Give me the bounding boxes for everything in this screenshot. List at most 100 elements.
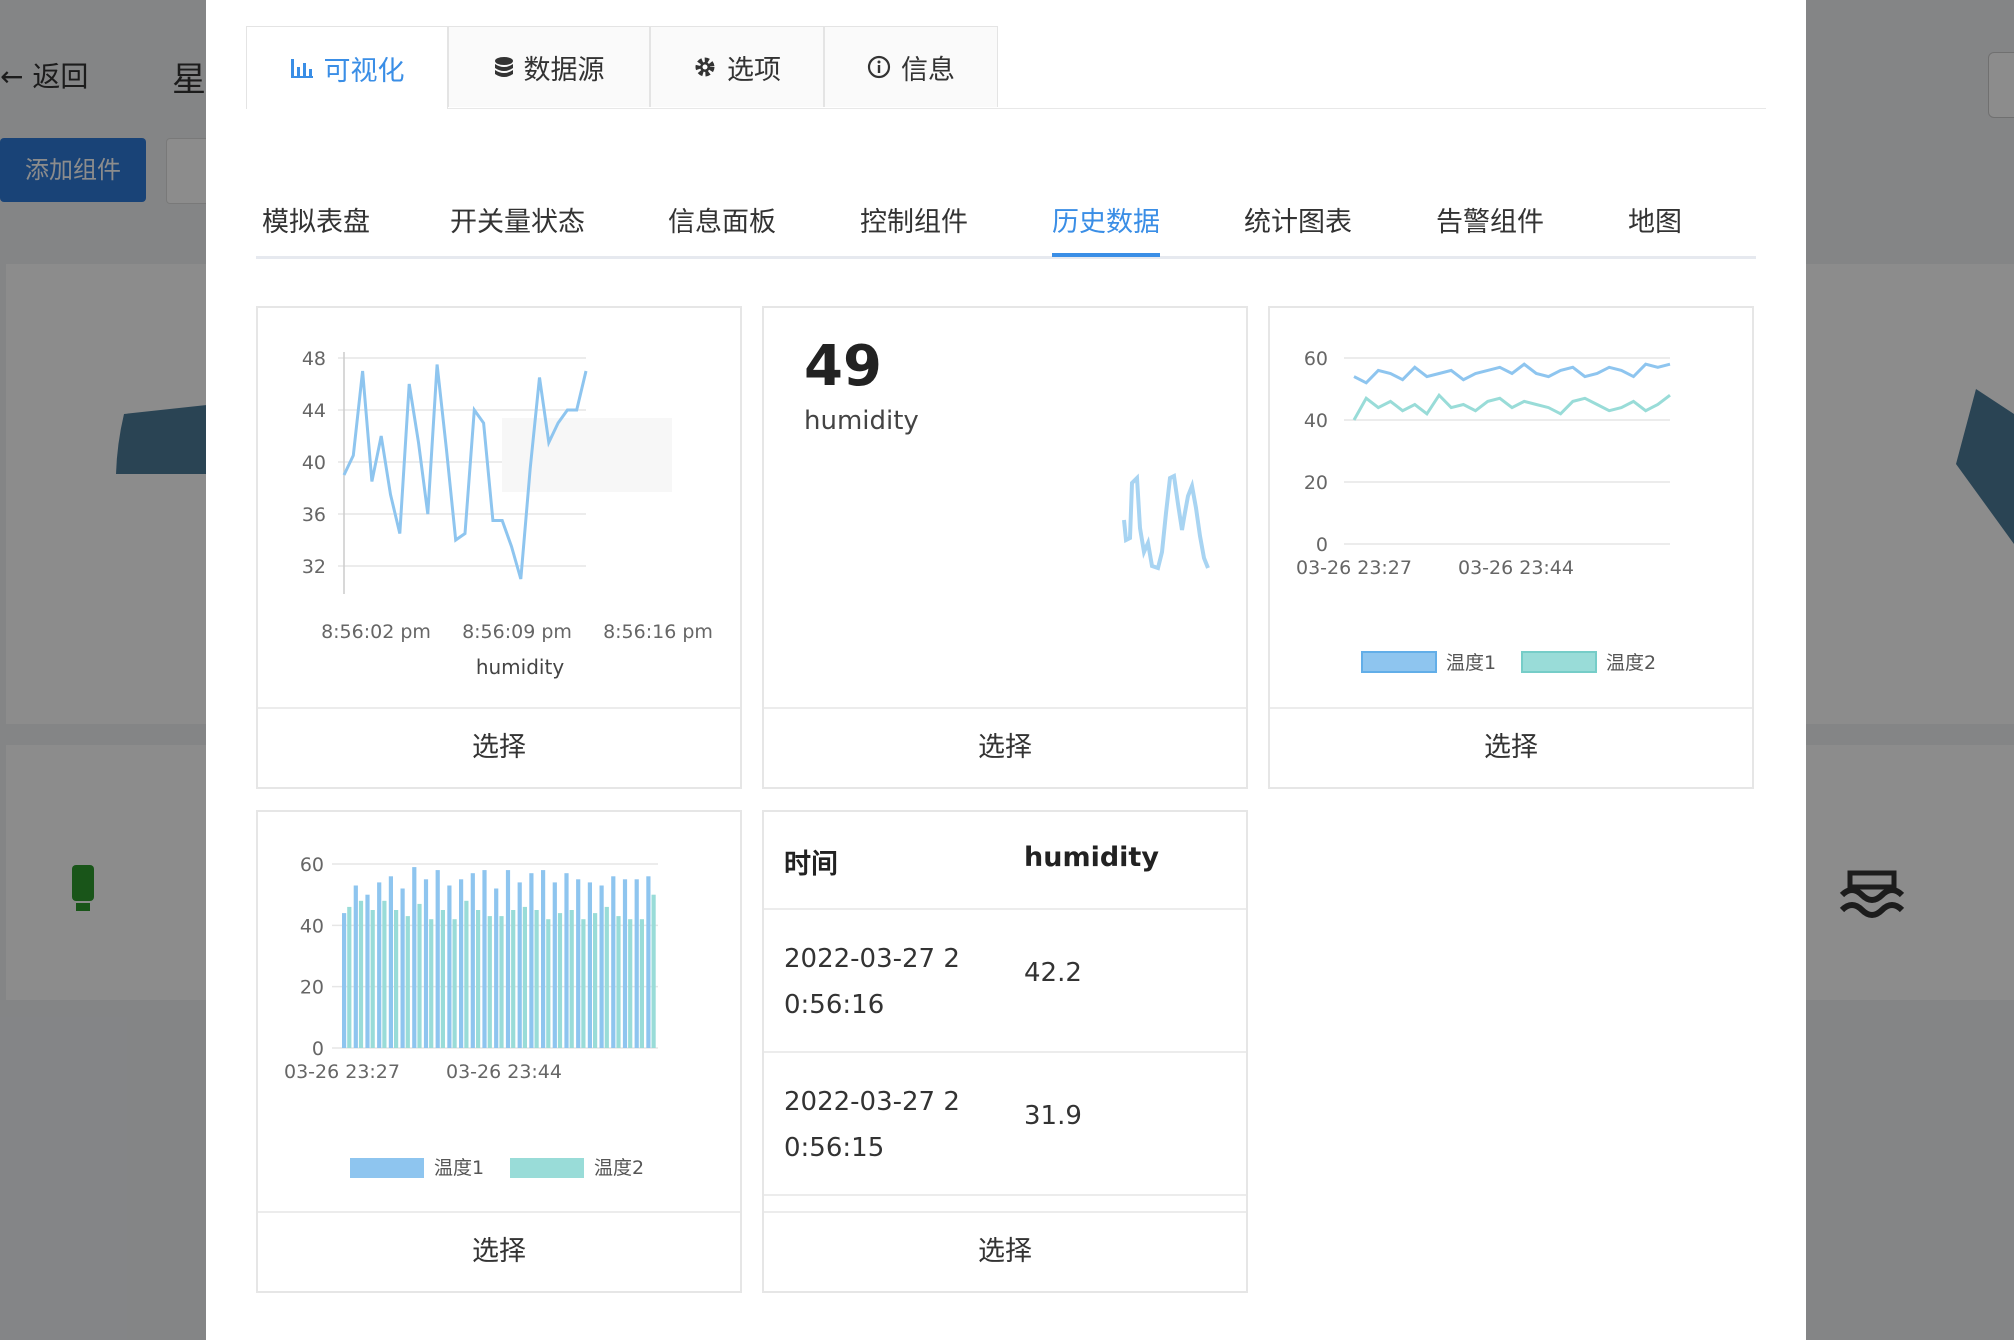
select-button[interactable]: 选择	[764, 1211, 1246, 1291]
component-picker-modal: 可视化 数据源 选项 信息 模拟表盘 开关量状态 信息面板 控制组件 历史数据 …	[206, 0, 1806, 1340]
bar-series-1	[353, 885, 358, 1048]
legend-label-series1: 温度1	[1446, 652, 1496, 674]
tab-info[interactable]: 信息	[824, 26, 998, 107]
bar-series-2	[581, 919, 586, 1048]
bar-series-1	[517, 882, 522, 1048]
x-tick-label: 8:56:16 pm	[603, 621, 713, 643]
cell-value: 31.9	[1024, 1101, 1082, 1131]
x-tick-label: 03-26 23:27	[284, 1061, 400, 1083]
bar-series-2	[358, 900, 364, 1048]
tab-visualization[interactable]: 可视化	[246, 26, 448, 109]
y-tick-label: 40	[300, 915, 324, 937]
bar-series-1	[423, 879, 429, 1048]
select-button[interactable]: 选择	[764, 707, 1246, 787]
y-tick-label: 60	[1304, 348, 1328, 370]
bar-series-1	[505, 870, 511, 1048]
x-tick-label: 03-26 23:44	[1458, 557, 1574, 579]
series-line-1	[1353, 362, 1671, 385]
select-button[interactable]: 选择	[258, 1211, 740, 1291]
bar-series-2	[511, 910, 516, 1048]
bar-series-1	[494, 888, 499, 1048]
line-chart: 48 44 40 36 32 8:56:02 pm 8:56:09 pm 8:56:16 p…	[302, 348, 713, 679]
sparkline	[1122, 472, 1210, 571]
bar-series-2	[639, 919, 644, 1048]
active-tab-indicator	[1052, 253, 1160, 257]
y-tick-label: 60	[300, 854, 324, 876]
subtab-history[interactable]: 历史数据	[1052, 200, 1160, 257]
subtab-control[interactable]: 控制组件	[860, 200, 968, 239]
bar-series-1	[342, 913, 347, 1048]
card-table[interactable]: 时间 humidity 2022-03-27 20:56:16 42.2 202…	[762, 810, 1248, 1293]
bar-series-1	[412, 867, 417, 1048]
bar-series-1	[400, 888, 405, 1048]
bar-chart: 60 40 20 0 03-26 23:27 03-26 23:44 温度1 温度2	[284, 854, 658, 1179]
gear-icon	[695, 57, 715, 77]
y-tick-label: 36	[302, 504, 326, 526]
bar-series-2	[487, 916, 492, 1048]
y-tick-label: 32	[302, 556, 326, 578]
y-tick-label: 0	[1316, 534, 1328, 556]
x-tick-label: 8:56:02 pm	[321, 621, 431, 643]
subtab-info-panel[interactable]: 信息面板	[668, 200, 776, 239]
bar-series-1	[529, 873, 534, 1048]
bar-series-1	[587, 882, 592, 1048]
cell-time: 2022-03-27 20:56:15	[784, 1087, 960, 1163]
bar-series-2	[499, 916, 504, 1048]
bar-series-2	[394, 910, 399, 1048]
subtab-map[interactable]: 地图	[1628, 200, 1682, 239]
bar-series-1	[622, 879, 628, 1048]
bar-series-1	[435, 870, 440, 1048]
bar-series-2	[569, 910, 574, 1048]
bar-series-1	[377, 882, 382, 1048]
bar-series-2	[417, 903, 422, 1048]
select-button[interactable]: 选择	[1270, 707, 1752, 787]
bar-series-1	[611, 876, 616, 1048]
subtab-switch-state[interactable]: 开关量状态	[450, 200, 585, 239]
bar-series-2	[522, 906, 527, 1048]
subtab-gauge[interactable]: 模拟表盘	[262, 200, 370, 239]
history-table: 时间 humidity 2022-03-27 20:56:16 42.2 202…	[764, 812, 1246, 1196]
bar-series-1	[365, 894, 370, 1048]
bar-series-1	[541, 870, 546, 1048]
y-tick-label: 20	[300, 977, 324, 999]
bar-series-1	[470, 873, 475, 1048]
subtab-statistics[interactable]: 统计图表	[1244, 200, 1352, 239]
bar-series-2	[464, 900, 469, 1048]
bar-series-2	[476, 910, 481, 1048]
subtab-alarm[interactable]: 告警组件	[1436, 200, 1544, 239]
info-icon	[867, 55, 891, 79]
y-tick-label: 44	[302, 400, 326, 422]
bar-series-2	[604, 906, 609, 1048]
bar-series-2	[628, 919, 633, 1048]
series-line-2	[1352, 392, 1671, 421]
y-tick-label: 20	[1304, 472, 1328, 494]
table-row: 2022-03-27 20:56:16 42.2	[764, 910, 1246, 1053]
bar-series-1	[646, 876, 651, 1048]
bar-series-2	[452, 919, 457, 1048]
sub-tab-bar: 模拟表盘 开关量状态 信息面板 控制组件 历史数据 统计图表 告警组件 地图	[256, 180, 1756, 259]
bar-series-2	[440, 910, 445, 1048]
bar-series-2	[347, 906, 352, 1048]
table-row: 2022-03-27 20:56:15 31.9	[764, 1053, 1246, 1196]
bar-series-1	[634, 879, 639, 1048]
bar-series-2	[382, 900, 387, 1048]
bar-chart-icon	[290, 59, 313, 78]
column-header-time: 时间	[784, 849, 838, 880]
y-tick-label: 0	[312, 1038, 324, 1060]
bar-series-1	[388, 876, 393, 1048]
card-big-number[interactable]: 49 humidity 选择	[762, 306, 1248, 789]
tab-options[interactable]: 选项	[650, 26, 824, 107]
bar-series-1	[459, 879, 464, 1048]
card-line-chart[interactable]: 48 44 40 36 32 8:56:02 pm 8:56:09 pm 8:56:16 p…	[256, 306, 742, 789]
tab-datasource[interactable]: 数据源	[448, 26, 650, 107]
x-tick-label: 8:56:09 pm	[462, 621, 572, 643]
bar-series-2	[534, 910, 539, 1048]
card-bar-chart[interactable]: 60 40 20 0 03-26 23:27 03-26 23:44 温度1 温度2 选…	[256, 810, 742, 1293]
legend-label-series2: 温度2	[594, 1157, 644, 1179]
bar-series-1	[482, 870, 487, 1048]
select-button[interactable]: 选择	[258, 707, 740, 787]
bar-series-2	[616, 916, 621, 1048]
card-multi-line-chart[interactable]: 60 40 20 0 03-26 23:27 03-26 23:44 温度1 温度2 选…	[1268, 306, 1754, 789]
bar-series-1	[599, 885, 604, 1048]
legend-swatch-series2	[1521, 651, 1597, 673]
